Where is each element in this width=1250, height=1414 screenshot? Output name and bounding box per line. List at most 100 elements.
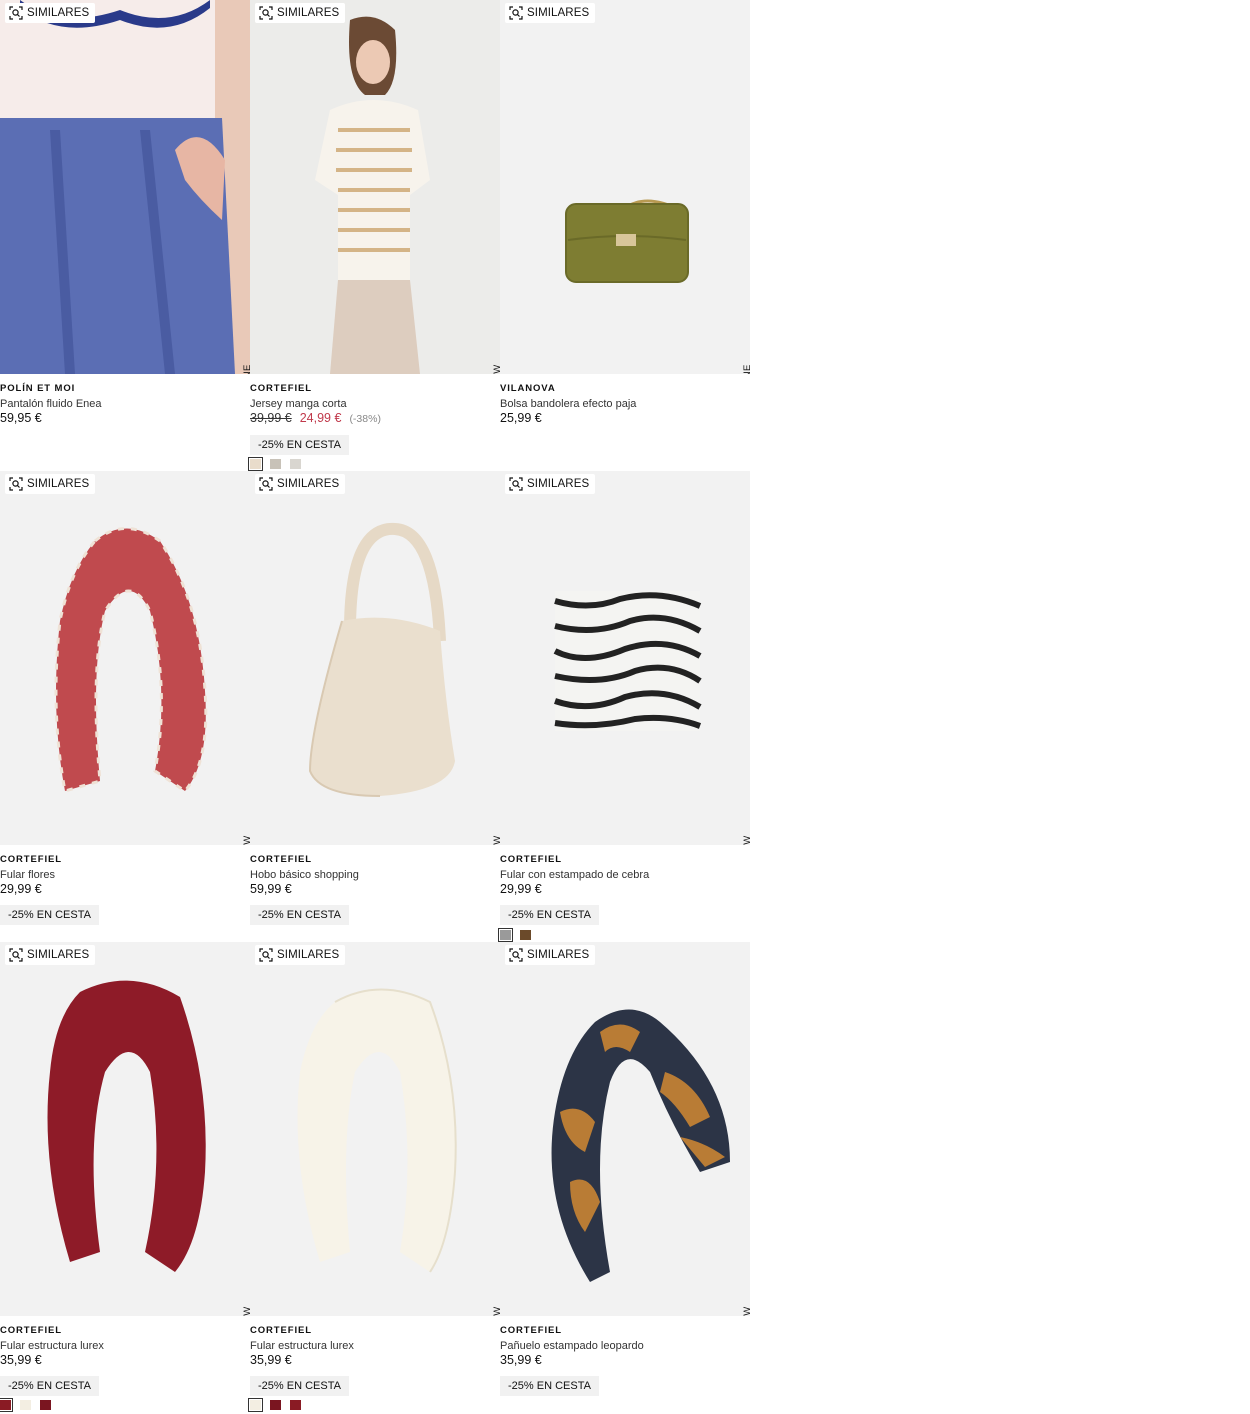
product-tag: NEW xyxy=(492,1306,500,1316)
product-name[interactable]: Fular estructura lurex xyxy=(250,1339,500,1353)
old-price: 39,99 € xyxy=(250,411,292,425)
similar-button[interactable]: SIMILARES xyxy=(255,945,346,965)
product-name[interactable]: Fular con estampado de cebra xyxy=(500,868,750,882)
visual-search-icon xyxy=(259,477,273,491)
product-name[interactable]: Jersey manga corta xyxy=(250,397,500,411)
product-price: 35,99 € xyxy=(0,1353,42,1367)
similar-button[interactable]: SIMILARES xyxy=(255,474,346,494)
visual-search-icon xyxy=(509,6,523,20)
color-swatch[interactable] xyxy=(498,928,513,942)
visual-search-icon xyxy=(509,948,523,962)
product-name[interactable]: Fular flores xyxy=(0,868,250,882)
product-tag: NEW xyxy=(242,1306,250,1316)
color-swatches xyxy=(0,1398,51,1412)
similar-label: SIMILARES xyxy=(277,478,340,490)
product-photo xyxy=(0,471,250,845)
promo-badge: -25% EN CESTA xyxy=(250,435,349,455)
product-price: 29,99 € xyxy=(500,882,542,896)
similar-label: SIMILARES xyxy=(527,7,590,19)
similar-label: SIMILARES xyxy=(277,949,340,961)
color-swatch[interactable] xyxy=(290,459,301,469)
product-card[interactable]: SIMILARES NEW CORTEFIEL Jersey manga cor… xyxy=(248,0,500,471)
product-photo xyxy=(500,942,750,1316)
product-name[interactable]: Pantalón fluido Enea xyxy=(0,397,250,411)
product-card[interactable]: SIMILARES NEW CORTEFIEL Fular estructura… xyxy=(0,942,250,1413)
color-swatch[interactable] xyxy=(40,1400,51,1410)
promo-badge: -25% EN CESTA xyxy=(250,905,349,925)
product-card[interactable]: SIMILARES NEW CORTEFIEL Pañuelo estampad… xyxy=(500,942,750,1413)
product-price: 59,99 € xyxy=(250,882,292,896)
product-brand: CORTEFIEL xyxy=(0,1325,62,1336)
similar-label: SIMILARES xyxy=(277,7,340,19)
product-card[interactable]: SIMILARES NEW / EXCLUSIVO ONLINE VILANOV… xyxy=(500,0,750,471)
product-brand: POLÍN ET MOI xyxy=(0,383,76,394)
similar-label: SIMILARES xyxy=(527,478,590,490)
sale-price: 24,99 € xyxy=(299,411,342,425)
color-swatch[interactable] xyxy=(248,457,263,471)
color-swatch[interactable] xyxy=(248,1398,263,1412)
visual-search-icon xyxy=(9,477,23,491)
discount-percent: (-38%) xyxy=(349,413,381,425)
product-brand: CORTEFIEL xyxy=(250,1325,312,1336)
similar-button[interactable]: SIMILARES xyxy=(505,474,596,494)
product-photo xyxy=(250,942,500,1316)
product-brand: CORTEFIEL xyxy=(250,854,312,865)
similar-label: SIMILARES xyxy=(27,478,90,490)
promo-badge: -25% EN CESTA xyxy=(0,1376,99,1396)
product-card[interactable]: SIMILARES NEW CORTEFIEL Fular estructura… xyxy=(248,942,500,1413)
similar-button[interactable]: SIMILARES xyxy=(5,3,96,23)
color-swatch[interactable] xyxy=(290,1400,301,1410)
product-tag: NEW xyxy=(742,1306,750,1316)
product-brand: CORTEFIEL xyxy=(500,854,562,865)
color-swatch[interactable] xyxy=(20,1400,31,1410)
promo-badge: -25% EN CESTA xyxy=(500,905,599,925)
visual-search-icon xyxy=(509,477,523,491)
product-image[interactable]: SIMILARES NEW xyxy=(250,0,500,374)
product-photo xyxy=(250,471,500,845)
product-brand: VILANOVA xyxy=(500,383,556,394)
product-tag: NEW xyxy=(242,835,250,845)
product-photo xyxy=(0,942,250,1316)
visual-search-icon xyxy=(9,948,23,962)
product-name[interactable]: Fular estructura lurex xyxy=(0,1339,250,1353)
product-image[interactable]: SIMILARES NEW xyxy=(250,942,500,1316)
product-price: 59,95 € xyxy=(0,411,42,425)
color-swatch[interactable] xyxy=(520,930,531,940)
similar-button[interactable]: SIMILARES xyxy=(5,474,96,494)
color-swatch[interactable] xyxy=(270,1400,281,1410)
product-name[interactable]: Pañuelo estampado leopardo xyxy=(500,1339,750,1353)
visual-search-icon xyxy=(9,6,23,20)
product-photo xyxy=(500,471,750,845)
product-name[interactable]: Hobo básico shopping xyxy=(250,868,500,882)
product-card[interactable]: SIMILARES NEW / EXCLUSIVO ONLINE POLÍN E… xyxy=(0,0,250,471)
promo-badge: -25% EN CESTA xyxy=(250,1376,349,1396)
product-price: 35,99 € xyxy=(250,1353,292,1367)
product-card[interactable]: SIMILARES NEW CORTEFIEL Hobo básico shop… xyxy=(250,471,500,942)
product-tag: NEW xyxy=(492,835,500,845)
product-photo xyxy=(0,0,250,374)
product-image[interactable]: SIMILARES NEW xyxy=(500,471,750,845)
product-photo xyxy=(500,0,750,374)
promo-badge: -25% EN CESTA xyxy=(500,1376,599,1396)
color-swatch[interactable] xyxy=(270,459,281,469)
product-image[interactable]: SIMILARES NEW xyxy=(0,471,250,845)
color-swatch[interactable] xyxy=(0,1398,13,1412)
similar-button[interactable]: SIMILARES xyxy=(505,3,596,23)
product-photo xyxy=(250,0,500,374)
product-card[interactable]: SIMILARES NEW CORTEFIEL Fular flores 29,… xyxy=(0,471,250,942)
product-card[interactable]: SIMILARES NEW CORTEFIEL Fular con estamp… xyxy=(498,471,750,942)
similar-button[interactable]: SIMILARES xyxy=(505,945,596,965)
visual-search-icon xyxy=(259,948,273,962)
similar-label: SIMILARES xyxy=(527,949,590,961)
color-swatches xyxy=(248,457,301,471)
product-price: 25,99 € xyxy=(500,411,542,425)
similar-button[interactable]: SIMILARES xyxy=(5,945,96,965)
product-image[interactable]: SIMILARES NEW xyxy=(0,942,250,1316)
product-image[interactable]: SIMILARES NEW xyxy=(250,471,500,845)
product-image[interactable]: SIMILARES NEW xyxy=(500,942,750,1316)
product-image[interactable]: SIMILARES NEW / EXCLUSIVO ONLINE xyxy=(0,0,250,374)
promo-badge: -25% EN CESTA xyxy=(0,905,99,925)
product-name[interactable]: Bolsa bandolera efecto paja xyxy=(500,397,750,411)
similar-button[interactable]: SIMILARES xyxy=(255,3,346,23)
product-image[interactable]: SIMILARES NEW / EXCLUSIVO ONLINE xyxy=(500,0,750,374)
